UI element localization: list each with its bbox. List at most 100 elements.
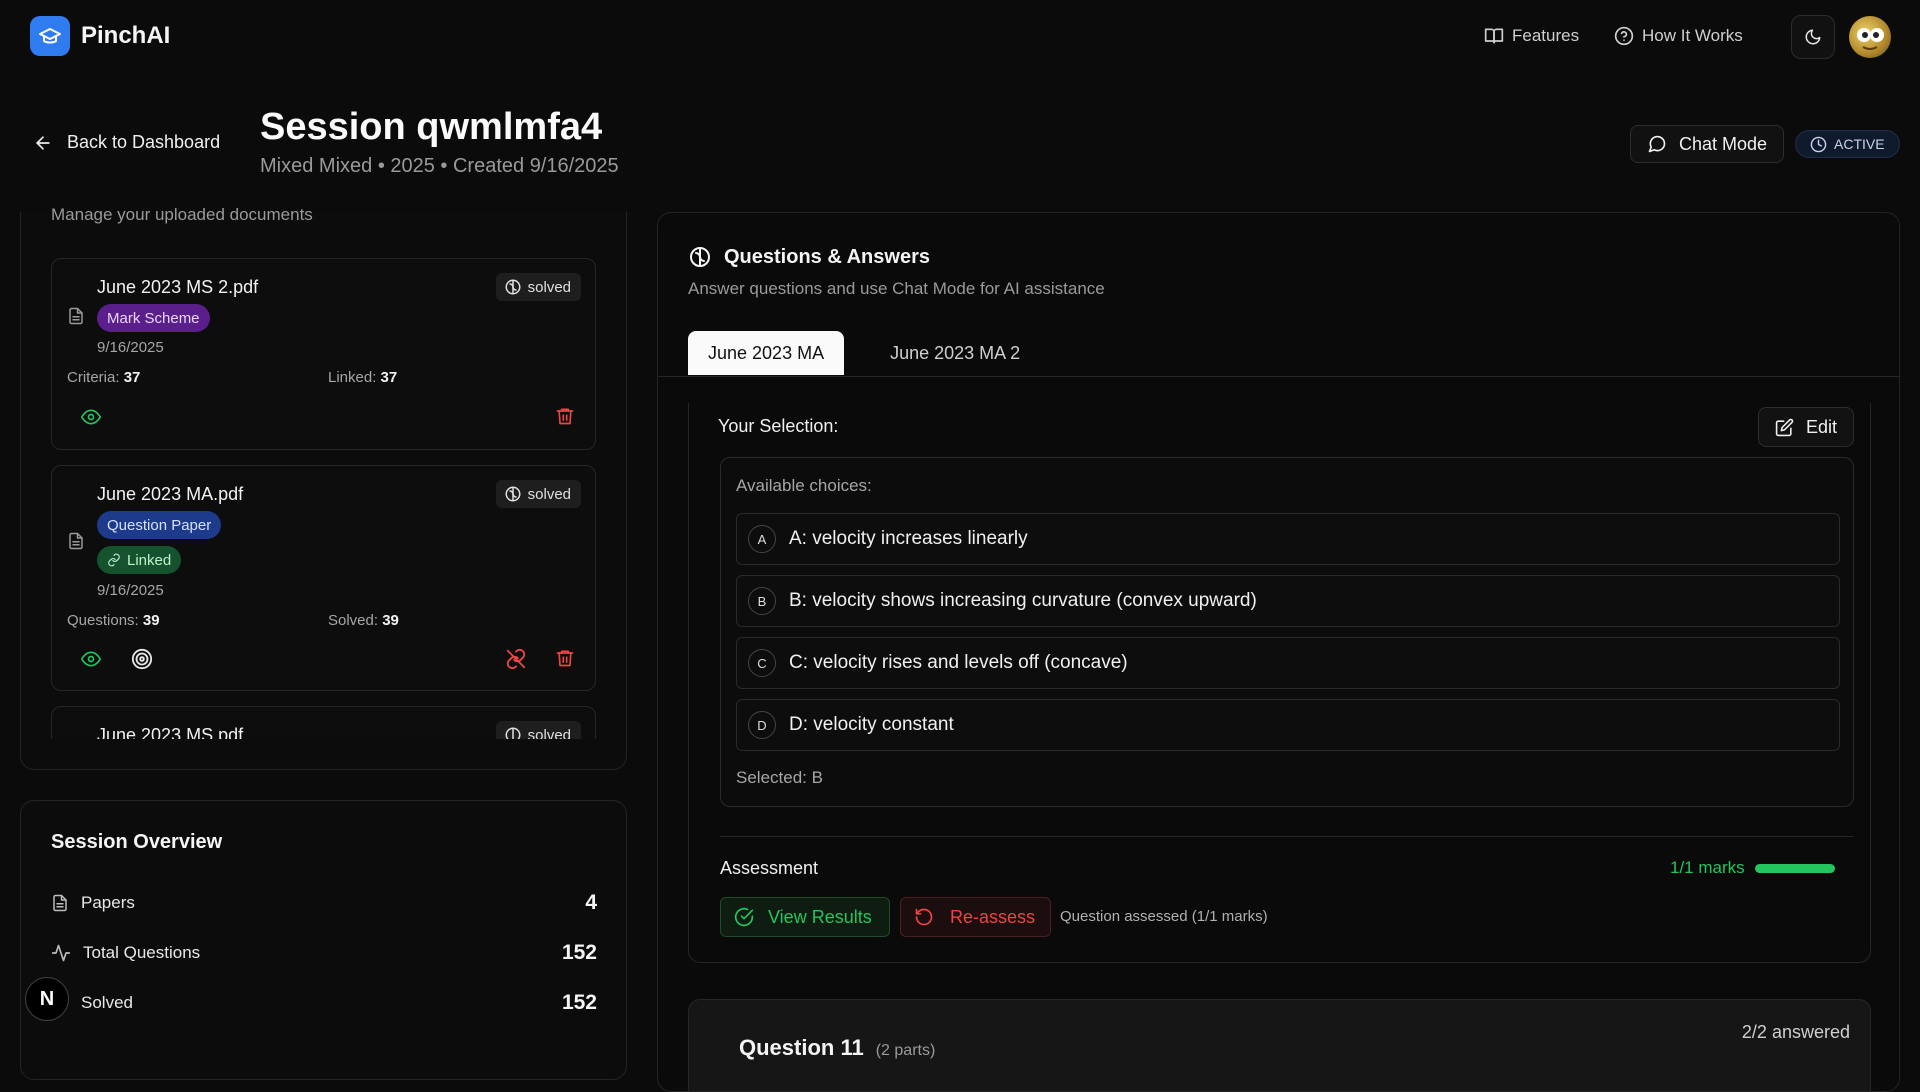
theme-toggle-button[interactable] bbox=[1791, 15, 1835, 59]
assessment-divider bbox=[720, 836, 1854, 837]
papers-count: 4 bbox=[585, 891, 597, 914]
solved-label: solved bbox=[527, 278, 571, 296]
tab-june-2023-ma-2[interactable]: June 2023 MA 2 bbox=[870, 331, 1040, 375]
marks-progress-fill bbox=[1754, 863, 1835, 873]
view-document-icon[interactable] bbox=[81, 649, 101, 669]
page-title: Session qwmlmfa4 bbox=[260, 106, 603, 148]
file-text-icon bbox=[67, 306, 85, 326]
view-results-label: View Results bbox=[768, 906, 872, 927]
document-card[interactable]: June 2023 MS 2.pdf solved Mark Scheme 9/… bbox=[51, 258, 596, 450]
document-name: June 2023 MA.pdf bbox=[97, 484, 244, 504]
brain-icon bbox=[688, 245, 712, 269]
choice-letter: C bbox=[748, 649, 776, 677]
answered-count: 2/2 answered bbox=[1741, 1022, 1850, 1042]
reassess-button[interactable]: Re-assess bbox=[900, 897, 1051, 937]
linked-badge: Linked bbox=[97, 546, 182, 574]
status-badge: ACTIVE bbox=[1795, 130, 1900, 158]
nav-how-it-works-label: How It Works bbox=[1642, 26, 1743, 45]
edit-icon bbox=[1775, 418, 1794, 437]
arrow-left-icon bbox=[33, 133, 53, 153]
document-date: 9/16/2025 bbox=[97, 339, 164, 356]
help-circle-icon bbox=[1614, 26, 1634, 46]
tabs-divider bbox=[658, 376, 1899, 377]
marks-text: 1/1 marks bbox=[1670, 858, 1745, 877]
choice-a[interactable]: A A: velocity increases linearly bbox=[736, 513, 1840, 565]
edit-label: Edit bbox=[1805, 416, 1838, 437]
choice-letter: A bbox=[748, 525, 776, 553]
nav-features[interactable]: Features bbox=[1484, 26, 1579, 46]
back-label: Back to Dashboard bbox=[67, 132, 221, 152]
solved-label: solved bbox=[527, 726, 571, 740]
reassess-label: Re-assess bbox=[950, 906, 1036, 927]
document-card[interactable]: June 2023 MS.pdf solved bbox=[51, 706, 596, 739]
delete-document-icon[interactable] bbox=[555, 648, 575, 668]
your-selection-label: Your Selection: bbox=[718, 416, 839, 436]
solved-badge: solved bbox=[495, 273, 581, 301]
solved-badge: solved bbox=[495, 721, 581, 740]
brain-icon bbox=[504, 485, 522, 503]
activity-icon bbox=[51, 943, 71, 963]
criteria-stat: Criteria: 37 bbox=[67, 369, 141, 386]
target-icon[interactable] bbox=[131, 648, 153, 670]
choice-text: B: velocity shows increasing curvature (… bbox=[789, 590, 1257, 611]
edit-button[interactable]: Edit bbox=[1758, 407, 1854, 447]
brand-name: PinchAI bbox=[81, 22, 171, 49]
view-document-icon[interactable] bbox=[81, 407, 101, 427]
qa-subtitle: Answer questions and use Chat Mode for A… bbox=[688, 279, 1105, 298]
solved-badge: solved bbox=[495, 480, 581, 508]
choice-letter: B bbox=[748, 587, 776, 615]
document-name: June 2023 MS 2.pdf bbox=[97, 277, 259, 297]
link-icon bbox=[107, 553, 121, 567]
status-label: ACTIVE bbox=[1834, 136, 1885, 152]
file-text-icon bbox=[67, 531, 85, 551]
linked-stat: Linked: 37 bbox=[328, 369, 398, 386]
document-date: 9/16/2025 bbox=[97, 582, 164, 599]
choice-d[interactable]: D D: velocity constant bbox=[736, 699, 1840, 751]
chat-mode-button[interactable]: Chat Mode bbox=[1630, 125, 1784, 163]
choice-letter: D bbox=[748, 711, 776, 739]
assessment-note: Question assessed (1/1 marks) bbox=[1060, 908, 1268, 925]
chat-mode-label: Chat Mode bbox=[1678, 133, 1768, 154]
solved-label: solved bbox=[527, 485, 571, 503]
documents-list[interactable]: June 2023 MS 2.pdf solved Mark Scheme 9/… bbox=[20, 236, 627, 739]
marks-indicator: 1/1 marks bbox=[1670, 858, 1835, 878]
marks-progress-bar bbox=[1754, 863, 1835, 873]
assessment-label: Assessment bbox=[720, 858, 819, 878]
message-circle-icon bbox=[1647, 134, 1667, 154]
file-icon bbox=[51, 893, 69, 913]
questions-answers-panel: Questions & Answers Answer questions and… bbox=[657, 212, 1900, 1092]
delete-document-icon[interactable] bbox=[555, 406, 575, 426]
check-circle-icon bbox=[734, 907, 754, 927]
paper-tabs: June 2023 MA June 2023 MA 2 bbox=[688, 331, 1040, 375]
book-icon bbox=[1484, 26, 1504, 46]
avatar[interactable] bbox=[1849, 16, 1891, 58]
tab-june-2023-ma[interactable]: June 2023 MA bbox=[688, 331, 845, 375]
choice-text: D: velocity constant bbox=[789, 714, 954, 735]
choice-b[interactable]: B B: velocity shows increasing curvature… bbox=[736, 575, 1840, 627]
documents-subtitle: Manage your uploaded documents bbox=[51, 205, 313, 224]
back-to-dashboard-link[interactable]: Back to Dashboard bbox=[33, 132, 220, 153]
total-questions-count: 152 bbox=[561, 941, 597, 964]
qa-title: Questions & Answers bbox=[688, 245, 930, 269]
unlink-icon[interactable] bbox=[505, 648, 527, 670]
solved-stat: Solved: 39 bbox=[328, 612, 399, 629]
overview-row-solved: Solved 152 bbox=[81, 991, 597, 1014]
document-card[interactable]: June 2023 MA.pdf solved Question Paper L… bbox=[51, 465, 596, 691]
graduation-cap-icon bbox=[30, 16, 70, 56]
question-title: Question 11 (2 parts) bbox=[739, 1035, 936, 1060]
choice-text: A: velocity increases linearly bbox=[789, 528, 1028, 549]
nextjs-badge[interactable]: N bbox=[25, 977, 69, 1021]
choice-c[interactable]: C C: velocity rises and levels off (conc… bbox=[736, 637, 1840, 689]
nav-features-label: Features bbox=[1512, 26, 1580, 45]
nav-how-it-works[interactable]: How It Works bbox=[1614, 26, 1743, 46]
top-nav: PinchAI Features How It Works bbox=[0, 0, 1920, 72]
document-name: June 2023 MS.pdf bbox=[97, 725, 244, 739]
rotate-ccw-icon bbox=[914, 907, 934, 927]
linked-label: Linked bbox=[127, 551, 172, 569]
selected-answer: Selected: B bbox=[736, 768, 823, 787]
available-choices-label: Available choices: bbox=[736, 476, 872, 495]
session-subtitle: Mixed Mixed • 2025 • Created 9/16/2025 bbox=[260, 155, 619, 177]
view-results-button[interactable]: View Results bbox=[720, 897, 890, 937]
choices-box: Available choices: A A: velocity increas… bbox=[720, 457, 1854, 807]
brand[interactable]: PinchAI bbox=[30, 16, 170, 56]
